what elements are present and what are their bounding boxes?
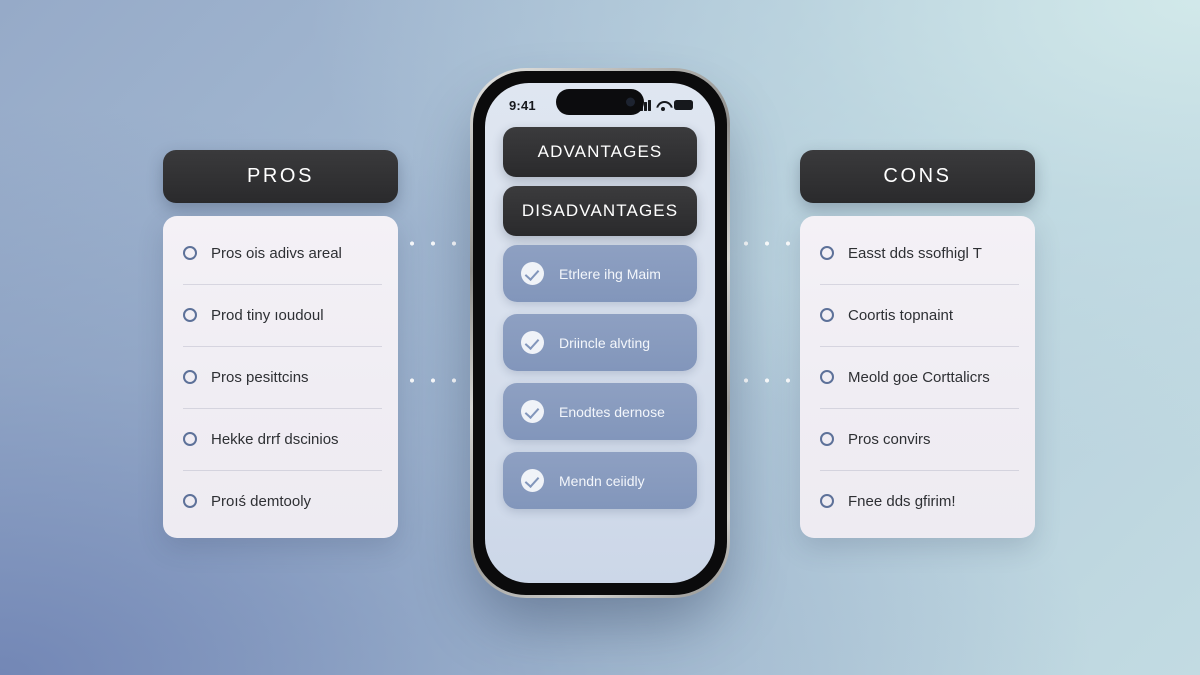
circle-outline-icon: [183, 246, 197, 260]
front-camera-icon: [626, 97, 635, 107]
circle-outline-icon: [820, 432, 834, 446]
phone-frame: 9:41 ADVANTAGES DISADVANTAGES Etrlere ih…: [470, 68, 730, 598]
pros-header[interactable]: PROS: [163, 150, 398, 203]
check-circle-icon: [521, 469, 544, 492]
check-circle-icon: [521, 331, 544, 354]
list-item-label: Driincle alvting: [559, 334, 651, 351]
list-item[interactable]: Fnee dds gfirim!: [800, 470, 1035, 532]
disadvantages-button-label: DISADVANTAGES: [521, 201, 679, 220]
list-item-label: Pros pesittcins: [211, 368, 309, 386]
list-item[interactable]: Easst dds ssofhigl T: [800, 222, 1035, 284]
status-icons: [636, 99, 693, 111]
battery-icon: [674, 100, 693, 110]
list-item[interactable]: Driincle alvting: [503, 314, 697, 371]
dynamic-island: [556, 89, 644, 115]
list-item-label: Pros convirs: [848, 430, 931, 448]
list-item-label: Meold goe Corttalicrs: [848, 368, 990, 386]
phone-bezel: 9:41 ADVANTAGES DISADVANTAGES Etrlere ih…: [473, 71, 727, 595]
list-item-label: Hekke drrf dscinios: [211, 430, 339, 448]
pros-header-label: PROS: [246, 165, 315, 187]
list-item-label: Coortis topnaint: [848, 306, 954, 324]
check-circle-icon: [521, 262, 544, 285]
cons-header-label: CONS: [883, 165, 952, 187]
status-time: 9:41: [509, 97, 536, 113]
list-item[interactable]: Coortis topnaint: [800, 284, 1035, 346]
circle-outline-icon: [183, 494, 197, 508]
list-item-label: Enodtes dernose: [559, 403, 665, 420]
cons-list: Easst dds ssofhigl T Coortis topnaint Me…: [800, 216, 1035, 538]
list-item[interactable]: Pros pesittcins: [163, 346, 398, 408]
list-item[interactable]: Proıś demtooly: [163, 470, 398, 532]
status-bar: 9:41: [485, 83, 715, 119]
list-item-label: Mendn ceiidly: [559, 472, 645, 489]
list-item[interactable]: Enodtes dernose: [503, 383, 697, 440]
list-item[interactable]: Hekke drrf dscinios: [163, 408, 398, 470]
circle-outline-icon: [820, 246, 834, 260]
circle-outline-icon: [183, 370, 197, 384]
list-item-label: Fnee dds gfirim!: [848, 492, 956, 510]
circle-outline-icon: [183, 308, 197, 322]
list-item[interactable]: Meold goe Corttalicrs: [800, 346, 1035, 408]
list-item-label: Prod tiny ıoudoul: [211, 306, 324, 324]
circle-outline-icon: [820, 308, 834, 322]
disadvantages-button[interactable]: DISADVANTAGES: [503, 186, 697, 236]
list-item[interactable]: Mendn ceiidly: [503, 452, 697, 509]
wifi-icon: [656, 100, 669, 111]
phone-screen: 9:41 ADVANTAGES DISADVANTAGES Etrlere ih…: [485, 83, 715, 583]
circle-outline-icon: [183, 432, 197, 446]
advantages-button[interactable]: ADVANTAGES: [503, 127, 697, 177]
list-item[interactable]: Pros convirs: [800, 408, 1035, 470]
check-circle-icon: [521, 400, 544, 423]
list-item-label: Etrlere ihg Maim: [559, 265, 661, 282]
list-item-label: Easst dds ssofhigl T: [848, 244, 982, 262]
advantages-button-label: ADVANTAGES: [537, 142, 663, 161]
circle-outline-icon: [820, 370, 834, 384]
list-item-label: Pros ois adivs areal: [211, 244, 342, 262]
list-item[interactable]: Prod tiny ıoudoul: [163, 284, 398, 346]
cons-header[interactable]: CONS: [800, 150, 1035, 203]
list-item[interactable]: Pros ois adivs areal: [163, 222, 398, 284]
list-item-label: Proıś demtooly: [211, 492, 312, 510]
cons-panel: CONS Easst dds ssofhigl T Coortis topnai…: [800, 150, 1035, 538]
list-item[interactable]: Etrlere ihg Maim: [503, 245, 697, 302]
pros-list: Pros ois adivs areal Prod tiny ıoudoul P…: [163, 216, 398, 538]
phone-mockup: 9:41 ADVANTAGES DISADVANTAGES Etrlere ih…: [470, 68, 730, 598]
pros-panel: PROS Pros ois adivs areal Prod tiny ıoud…: [163, 150, 398, 538]
circle-outline-icon: [820, 494, 834, 508]
